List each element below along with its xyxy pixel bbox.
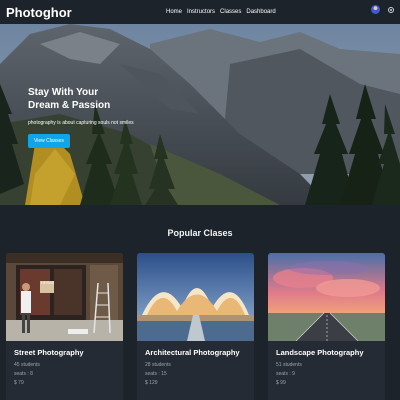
architecture-photo-image [137, 253, 254, 341]
card-price: $ 99 [276, 380, 286, 386]
card-students: 28 students [145, 362, 171, 368]
nav-link-home[interactable]: Home [166, 9, 182, 15]
section-title: Popular Clases [167, 228, 233, 238]
card-price: $ 79 [14, 380, 24, 386]
user-avatar[interactable] [371, 5, 380, 14]
nav-links: Home Instructors Classes Dashboard [166, 0, 276, 24]
view-classes-button[interactable]: View Classes [28, 134, 70, 148]
class-card[interactable]: Landscape Photography 51 students seats … [268, 253, 385, 400]
nav-link-instructors[interactable]: Instructors [187, 9, 215, 15]
card-students: 45 students [14, 362, 40, 368]
card-title: Street Photography [14, 348, 84, 357]
hero-subtitle: photography is about capturing souls not… [28, 120, 134, 126]
nav-right [371, 5, 394, 14]
site-logo[interactable]: Photoghor [6, 5, 72, 20]
street-photo-image: HERMES [6, 253, 123, 341]
hero-banner: Stay With Your Dream & Passion photograp… [0, 24, 400, 205]
card-students: 51 students [276, 362, 302, 368]
card-seats: seats : 15 [145, 371, 167, 377]
card-title: Landscape Photography [276, 348, 364, 357]
card-seats: seats : 8 [14, 371, 33, 377]
hero-title: Stay With Your Dream & Passion [28, 87, 111, 111]
class-cards: HERMES Street Photography 45 students se… [6, 253, 394, 400]
nav-link-classes[interactable]: Classes [220, 9, 241, 15]
nav-link-dashboard[interactable]: Dashboard [246, 9, 275, 15]
card-body: Street Photography 45 students seats : 8… [6, 341, 123, 395]
theme-toggle-icon[interactable] [388, 6, 394, 13]
card-body: Landscape Photography 51 students seats … [268, 341, 385, 395]
card-title: Architectural Photography [145, 348, 240, 357]
class-card[interactable]: HERMES Street Photography 45 students se… [6, 253, 123, 400]
card-seats: seats : 9 [276, 371, 295, 377]
card-price: $ 129 [145, 380, 158, 386]
hero-content: Stay With Your Dream & Passion photograp… [28, 86, 188, 148]
class-card[interactable]: Architectural Photography 28 students se… [137, 253, 254, 400]
landscape-photo-image [268, 253, 385, 341]
navbar: Photoghor Home Instructors Classes Dashb… [0, 0, 400, 24]
card-body: Architectural Photography 28 students se… [137, 341, 254, 395]
